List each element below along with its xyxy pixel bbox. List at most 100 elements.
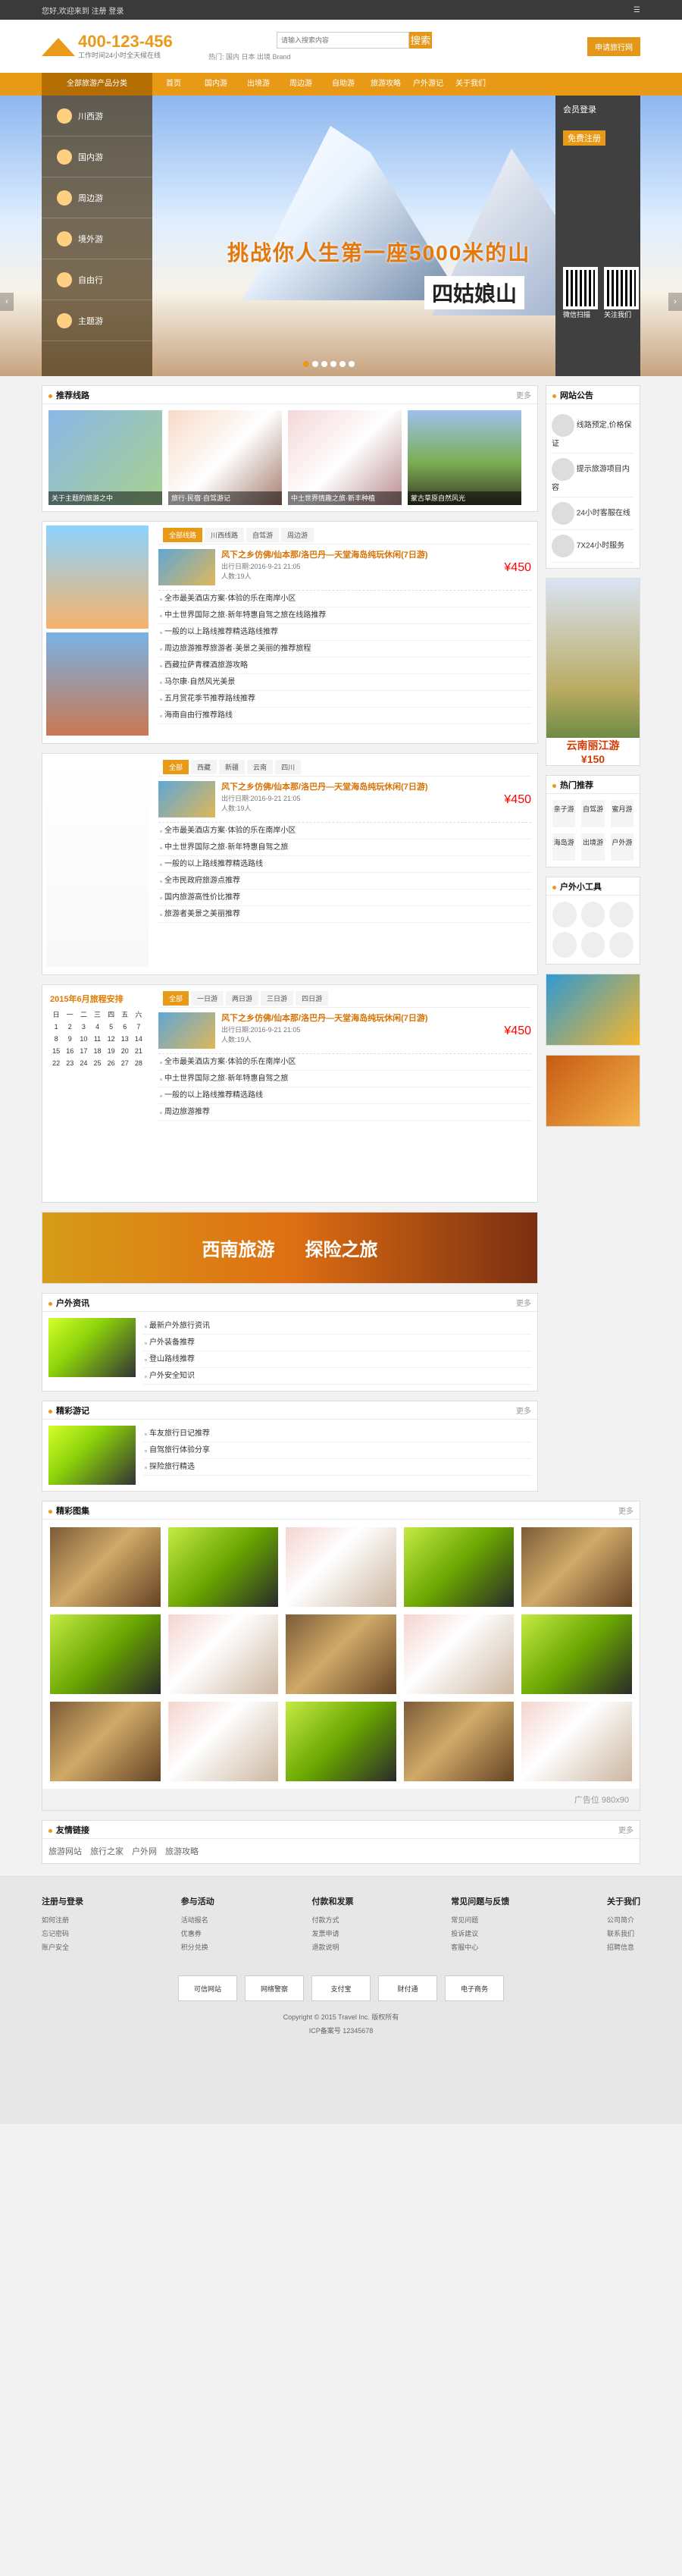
category-sidebar: 川西游 国内游 周边游 境外游 自由行 主题游 [42,96,152,376]
gallery-photo[interactable] [403,1527,515,1607]
video-ad[interactable] [546,974,640,1046]
phone-number: 400-123-456 [78,31,173,51]
featured-card[interactable]: 关于主题的旅游之中 [48,410,162,505]
prev-slide-button[interactable]: ‹ [0,293,14,311]
category-item[interactable]: 自由行 [42,259,152,300]
site-header: 400-123-456 工作时间24小时全天候在线 搜索 热门: 国内 日本 出… [0,20,682,73]
nav-item[interactable]: 出境游 [237,73,280,96]
tools-panel: 户外小工具 [546,877,640,965]
travel-section-2: 全部 西藏 新疆 云南 四川 风下之乡仿佛/仙本那/洛巴丹—天堂海岛纯玩休闲(7日游) ¥… [42,753,538,975]
nav-item[interactable]: 关于我们 [449,73,492,96]
list-item[interactable]: 周边旅游推荐旅游者·美景之美丽的推荐旅程 [158,641,531,657]
gallery-photo[interactable] [167,1702,279,1781]
banner-place: 四姑娘山 [424,276,525,309]
mountain-logo-icon [42,36,75,56]
top-bar: 您好,欢迎来到 注册 登录 ☰ [0,0,682,20]
wide-advertisement[interactable]: 西南旅游 探险之旅 [42,1212,538,1284]
side-news-list [46,758,149,967]
list-item[interactable]: 海南自由行推荐路线 [158,708,531,724]
more-link[interactable]: 更多 [516,389,531,400]
site-logo[interactable]: 400-123-456 工作时间24小时全天候在线 [42,33,208,60]
search-button[interactable]: 搜索 [409,31,432,49]
travel-icon [57,312,72,328]
list-item[interactable]: 马尔康·自然风光美景 [158,674,531,691]
gallery-photo[interactable] [286,1527,396,1607]
register-link[interactable]: 注册 [92,8,107,16]
slide-dots[interactable] [303,361,355,367]
hero-banner[interactable]: 川西游 国内游 周边游 境外游 自由行 主题游 挑战你人生第一座5000米的山 … [0,96,682,376]
apply-button[interactable]: 申请旅行网 [587,36,640,56]
list-item[interactable]: 西藏拉萨青稞酒旅游攻略 [158,657,531,674]
yunnan-ad[interactable]: 云南丽江游 ¥150 [546,578,640,766]
member-title: 会员登录 [563,105,596,115]
nav-item[interactable]: 户外游记 [407,73,449,96]
travel-section-1: 全部线路 川西线路 自驾游 周边游 风下之乡仿佛/仙本那/洛巴丹—天堂海岛纯玩休闲(7… [42,521,538,744]
section-image[interactable] [46,526,149,629]
tour-card[interactable]: 风下之乡仿佛/仙本那/洛巴丹—天堂海岛纯玩休闲(7日游) ¥450 出行日期:2… [158,544,531,591]
service-slogan: 工作时间24小时全天候在线 [78,51,161,59]
list-item[interactable]: 中土世界国际之旅·新年特惠自驾之旅 [158,839,531,856]
travel-icon [57,149,72,165]
calendar-section: 2015年6月旅程安排 日一二三四五六 1234567 8 9 10 11 12 13 14… [42,984,538,1203]
gallery-photo[interactable] [286,1614,396,1694]
gallery-photo[interactable] [167,1614,279,1694]
list-item[interactable]: 全市民政府旅游点推荐 [158,873,531,890]
hot-tags: 热门推荐 亲子游 自驾游 蜜月游 海岛游 出境游 户外游 [546,775,640,868]
travel-icon [57,190,72,206]
hot-search-words[interactable]: 热门: 国内 日本 出境 Brand [208,52,432,61]
nav-item[interactable]: 首页 [152,73,195,96]
announcement-panel: 网站公告 线路预定,价格保证 提示旅游项目内容 24小时客服在线 7X24小时服… [546,385,640,569]
gallery-photo[interactable] [286,1702,396,1781]
gallery-photo[interactable] [50,1702,161,1781]
member-panel: 会员登录 免费注册 微信扫描 关注我们 [555,96,640,376]
gallery-photo[interactable] [521,1527,632,1607]
tour-image [158,549,215,585]
topbar-links[interactable]: ☰ [634,6,640,14]
category-nav[interactable]: 全部旅游产品分类 [42,73,152,96]
login-link[interactable]: 登录 [108,8,124,16]
search-area: 搜索 热门: 国内 日本 出境 Brand [208,31,432,61]
nav-item[interactable]: 旅游攻略 [364,73,407,96]
category-item[interactable]: 境外游 [42,218,152,259]
section-image[interactable] [46,632,149,736]
nav-item[interactable]: 国内游 [195,73,237,96]
travel-icon [57,271,72,287]
nav-item[interactable]: 自助游 [322,73,364,96]
photo-ad[interactable] [546,1055,640,1127]
featured-card[interactable]: 中土世界情趣之旅·新丰种植 [288,410,402,505]
gallery-photo[interactable] [167,1527,279,1607]
featured-card[interactable]: 旅行·民宿·自驾游记 [168,410,282,505]
nav-item[interactable]: 周边游 [280,73,322,96]
category-item[interactable]: 川西游 [42,96,152,136]
list-item[interactable]: 一般的以上路线推荐精选路线 [158,856,531,873]
gallery-photo[interactable] [50,1614,161,1694]
topbar-welcome: 您好,欢迎来到 注册 登录 [42,7,124,16]
next-slide-button[interactable]: › [668,293,682,311]
gallery-photo[interactable] [521,1614,632,1694]
list-item[interactable]: 国内旅游高性价比推荐 [158,890,531,906]
search-input[interactable] [277,31,409,49]
register-button[interactable]: 免费注册 [563,130,605,146]
category-item[interactable]: 国内游 [42,136,152,177]
banner-slogan: 挑战你人生第一座5000米的山 [227,241,531,265]
list-item[interactable]: 中土世界国际之旅·新年特惠自驾之旅在线路推荐 [158,607,531,624]
site-footer: 注册与登录 如何注册 忘记密码 账户安全 参与活动 活动报名 优惠券 积分兑换 付款和发票付… [0,1876,682,2124]
snow-mountain-image [242,126,462,300]
tour-card[interactable]: 风下之乡仿佛/仙本那/洛巴丹—天堂海岛纯玩休闲(7日游) ¥450 出行日期:201… [158,1008,531,1054]
wechat-qr: 微信扫描 [563,267,598,319]
featured-card[interactable]: 蒙古草原自然风光 [408,410,521,505]
photo-wall: 精彩图集 更多 广告位 980x90 [42,1501,640,1811]
category-item[interactable]: 主题游 [42,300,152,341]
gallery-photo[interactable] [50,1527,161,1607]
gallery-photo[interactable] [521,1702,632,1781]
list-item[interactable]: 旅游者美景之美丽推荐 [158,906,531,923]
list-item[interactable]: 一般的以上路线推荐精选路线推荐 [158,624,531,641]
list-item[interactable]: 全市最美酒店方案·体验的乐在南岸小区 [158,823,531,839]
list-item[interactable]: 全市最美酒店方案·体验的乐在南岸小区 [158,591,531,607]
outdoor-news: 户外资讯 更多 最新户外旅行资讯 户外装备推荐 登山路线推荐 户外安全知识 [42,1293,538,1392]
gallery-photo[interactable] [403,1614,515,1694]
category-item[interactable]: 周边游 [42,177,152,218]
gallery-photo[interactable] [403,1702,515,1781]
list-item[interactable]: 五月赏花季节推荐路线推荐 [158,691,531,708]
tour-card[interactable]: 风下之乡仿佛/仙本那/洛巴丹—天堂海岛纯玩休闲(7日游) ¥450 出行日期:201… [158,777,531,823]
